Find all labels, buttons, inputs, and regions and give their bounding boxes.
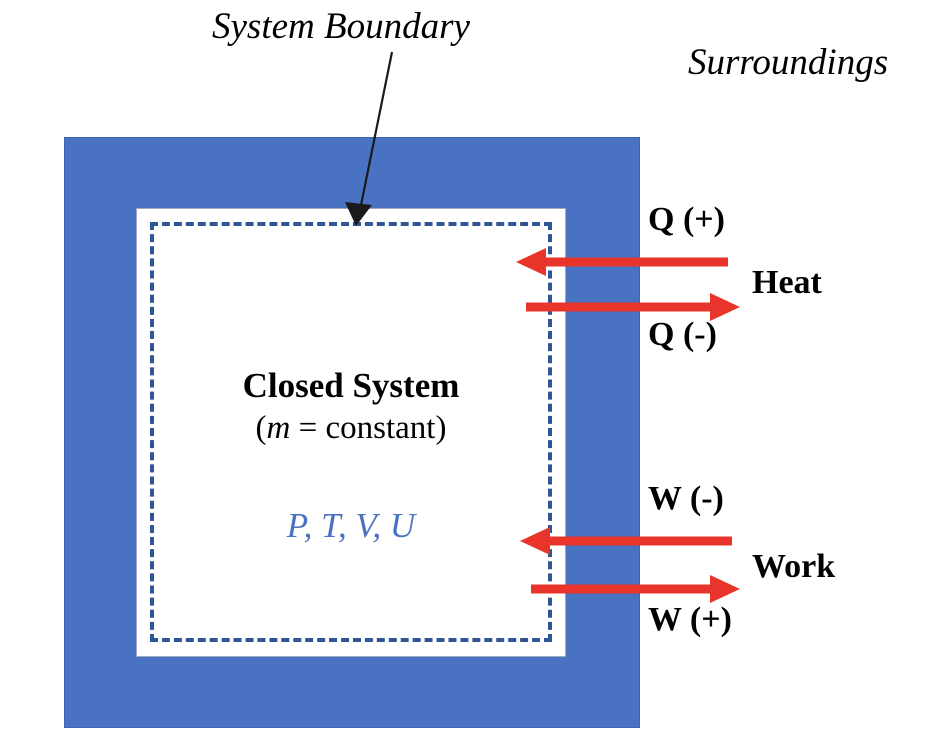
heat-group-label: Heat xyxy=(752,264,822,301)
paren-open: ( xyxy=(255,410,267,446)
system-properties-label: P, T, V, U xyxy=(286,506,416,545)
work-group-label: Work xyxy=(752,548,836,585)
mass-condition: = constant) xyxy=(290,410,447,446)
mass-constant-note: (m = constant) xyxy=(136,412,566,445)
surroundings-label: Surroundings xyxy=(688,42,889,83)
mass-variable: m xyxy=(266,410,291,446)
heat-in-label: Q (+) xyxy=(648,201,725,238)
diagram-canvas: System Boundary Surroundings Closed Syst… xyxy=(0,0,932,746)
closed-system-title: Closed System xyxy=(242,366,460,405)
heat-out-label: Q (-) xyxy=(648,316,717,353)
system-boundary-label: System Boundary xyxy=(212,6,470,47)
work-in-label: W (-) xyxy=(648,480,724,517)
work-out-label: W (+) xyxy=(648,601,732,638)
